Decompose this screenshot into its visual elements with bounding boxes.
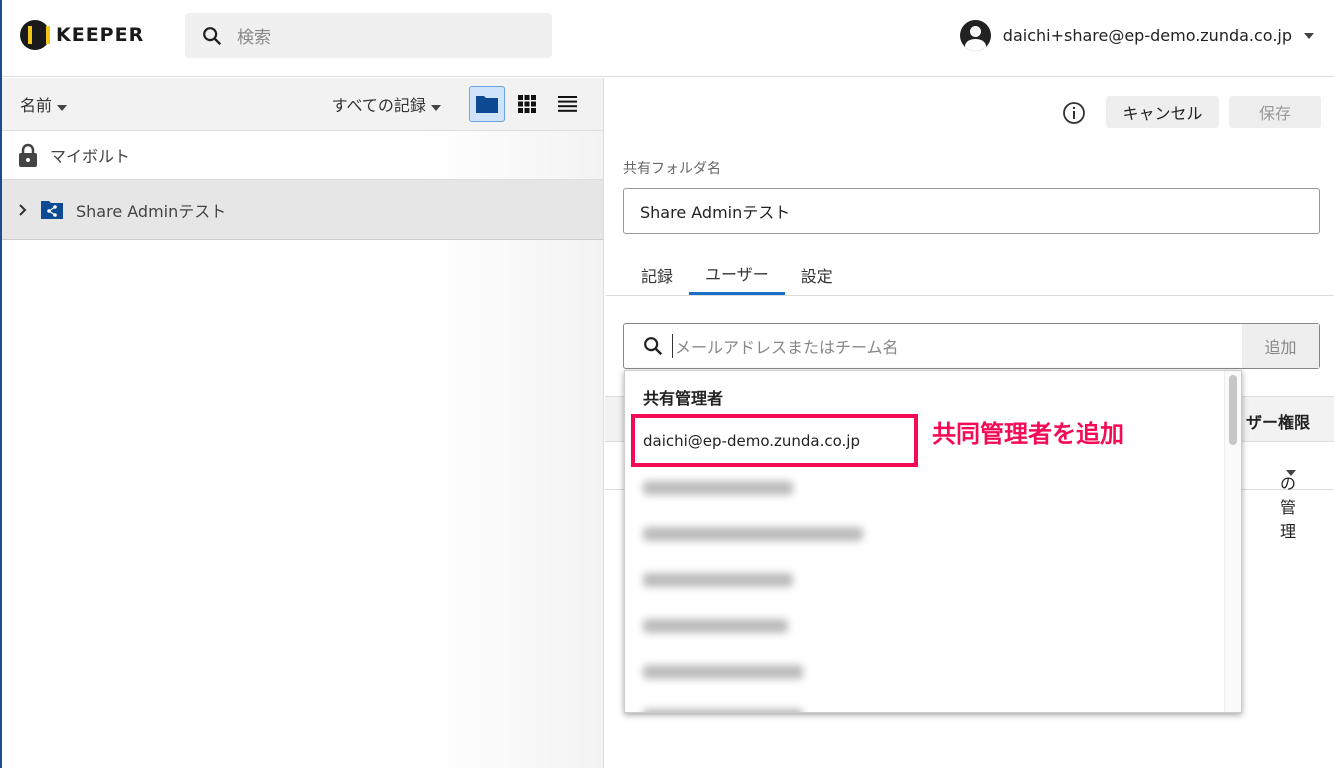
shared-folder-icon bbox=[41, 200, 63, 219]
list-view-button[interactable] bbox=[549, 86, 585, 122]
user-search-placeholder: メールアドレスまたはチーム名 bbox=[672, 334, 1242, 358]
info-icon[interactable] bbox=[1062, 101, 1086, 125]
my-vault-label: マイボルト bbox=[50, 147, 131, 166]
filter-label: すべての記録 bbox=[331, 96, 426, 115]
redacted-list-item[interactable] bbox=[643, 573, 793, 587]
folder-item[interactable]: Share Adminテスト bbox=[2, 179, 603, 240]
chevron-down-icon bbox=[1286, 470, 1296, 476]
keeper-logo-icon bbox=[20, 20, 50, 50]
sort-dropdown[interactable]: 名前 bbox=[20, 92, 68, 116]
scrollbar-thumb[interactable] bbox=[1229, 375, 1237, 445]
dropdown-section-title: 共有管理者 bbox=[643, 389, 724, 408]
account-menu[interactable]: daichi+share@ep-demo.zunda.co.jp bbox=[959, 20, 1314, 51]
annotation-label: 共同管理者を追加 bbox=[932, 420, 1124, 448]
tab-records[interactable]: 記録 bbox=[625, 254, 689, 295]
add-button[interactable]: 追加 bbox=[1242, 324, 1319, 368]
vault-sidebar: 名前 すべての記録 マイボルト Share Adminテスト bbox=[2, 78, 604, 768]
redacted-list-item[interactable] bbox=[643, 709, 803, 712]
permission-value: の管理 bbox=[1279, 474, 1296, 541]
chevron-down-icon bbox=[57, 105, 68, 111]
user-search-input[interactable]: メールアドレスまたはチーム名 追加 bbox=[623, 323, 1320, 369]
search-input[interactable]: 検索 bbox=[185, 13, 552, 58]
save-button[interactable]: 保存 bbox=[1229, 96, 1321, 128]
folder-icon bbox=[476, 96, 498, 113]
permission-column-header: ザー権限 bbox=[1245, 413, 1310, 432]
highlight-box bbox=[631, 414, 918, 467]
grid-view-button[interactable] bbox=[509, 86, 545, 122]
search-icon bbox=[644, 337, 663, 356]
search-placeholder: 検索 bbox=[237, 28, 271, 48]
sort-label: 名前 bbox=[20, 96, 53, 115]
folder-name-label: 共有フォルダ名 bbox=[623, 161, 721, 177]
lock-icon bbox=[19, 143, 37, 167]
chevron-right-icon[interactable] bbox=[18, 203, 28, 217]
chevron-down-icon bbox=[1304, 32, 1314, 39]
filter-dropdown[interactable]: すべての記録 bbox=[332, 92, 441, 116]
search-icon bbox=[203, 26, 222, 45]
avatar-icon bbox=[959, 20, 991, 51]
folder-name-input[interactable]: Share Adminテスト bbox=[623, 188, 1320, 234]
top-bar: KEEPER 検索 daichi+share@ep-demo.zunda.co.… bbox=[2, 0, 1334, 77]
tab-users[interactable]: ユーザー bbox=[689, 254, 785, 295]
folder-view-button[interactable] bbox=[469, 86, 505, 122]
chevron-down-icon bbox=[431, 105, 441, 111]
tab-bar: 記録 ユーザー 設定 bbox=[605, 254, 1334, 296]
scrollbar[interactable] bbox=[1224, 371, 1241, 712]
folder-name: Share Adminテスト bbox=[76, 201, 227, 221]
redacted-list-item[interactable] bbox=[643, 619, 788, 633]
redacted-list-item[interactable] bbox=[643, 665, 803, 679]
tab-settings[interactable]: 設定 bbox=[785, 254, 849, 295]
keeper-logo: KEEPER bbox=[20, 20, 144, 50]
redacted-list-item[interactable] bbox=[643, 481, 793, 495]
brand-name: KEEPER bbox=[56, 24, 145, 46]
grid-icon bbox=[518, 95, 536, 113]
my-vault-item[interactable]: マイボルト bbox=[2, 131, 603, 179]
redacted-list-item[interactable] bbox=[643, 527, 863, 541]
list-toolbar: 名前 すべての記録 bbox=[2, 78, 603, 131]
cancel-button[interactable]: キャンセル bbox=[1106, 96, 1219, 128]
list-icon bbox=[557, 96, 577, 112]
user-email: daichi+share@ep-demo.zunda.co.jp bbox=[1002, 26, 1292, 45]
